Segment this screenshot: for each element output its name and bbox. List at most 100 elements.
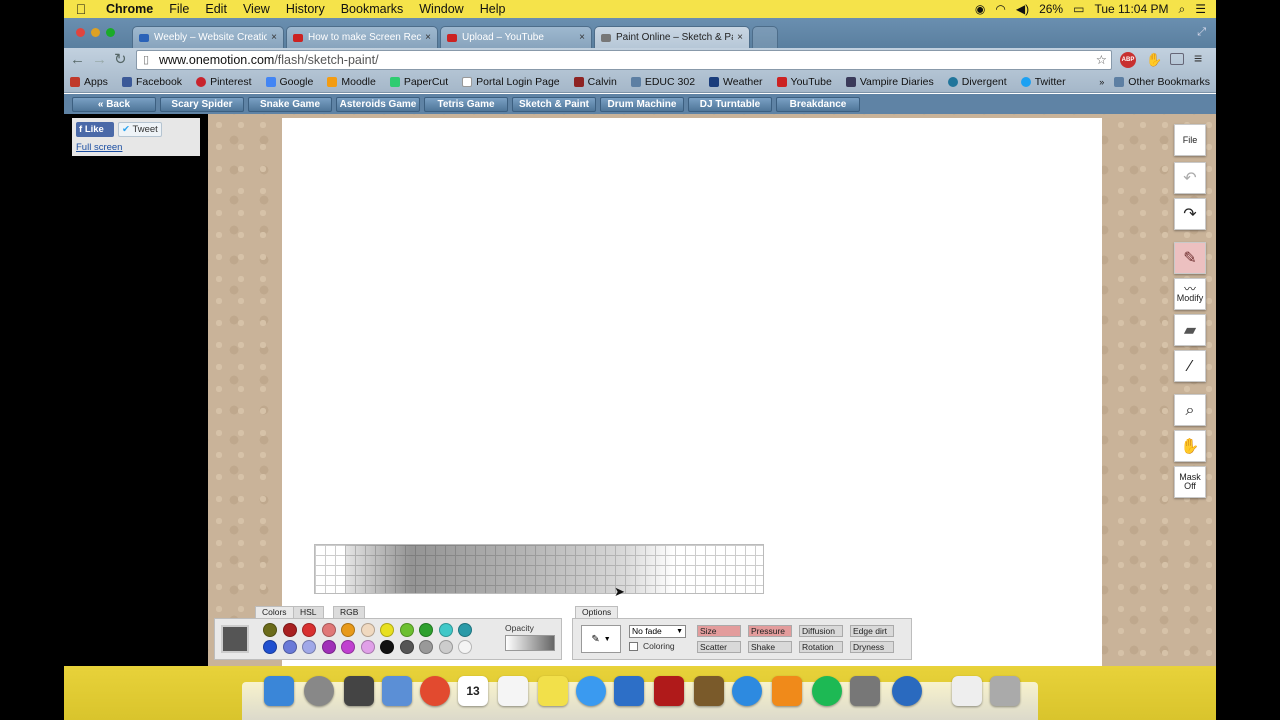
opacity-slider[interactable] [505,635,555,651]
bookmark-moodle[interactable]: Moodle [327,76,376,88]
notification-center-icon[interactable]: ☰ [1195,2,1206,16]
more-bookmarks-icon[interactable]: » [1099,77,1104,87]
palette-color-swatch[interactable] [380,623,394,637]
menu-bookmarks[interactable]: Bookmarks [333,2,412,16]
menu-help[interactable]: Help [472,2,514,16]
other-bookmarks[interactable]: Other Bookmarks [1114,76,1210,88]
launchpad-icon[interactable] [304,676,334,706]
current-color-swatch[interactable] [221,625,249,653]
bookmark-facebook[interactable]: Facebook [121,76,182,88]
close-tab-icon[interactable]: × [425,32,431,43]
nav-drum-machine[interactable]: Drum Machine [600,96,684,112]
menu-edit[interactable]: Edit [197,2,235,16]
quicktime-icon[interactable] [892,676,922,706]
bookmark-portal-login[interactable]: Portal Login Page [462,76,560,88]
apple-icon[interactable]:  [64,1,98,17]
option-shake-button[interactable]: Shake [748,641,792,653]
bookmark-divergent[interactable]: Divergent [947,76,1007,88]
brush-preview-grid[interactable] [314,544,764,594]
option-size-button[interactable]: Size [697,625,741,637]
tweet-button[interactable]: ✔ Tweet [118,122,162,137]
tab-weebly[interactable]: Weebly – Website Creation × [132,26,284,48]
palette-color-swatch[interactable] [263,623,277,637]
palette-color-swatch[interactable] [341,640,355,654]
bookmark-vampire-diaries[interactable]: Vampire Diaries [845,76,934,88]
reload-icon[interactable]: ↻ [114,51,127,69]
system-preferences-icon[interactable] [850,676,880,706]
palette-color-swatch[interactable] [263,640,277,654]
redo-icon[interactable]: ↷ [1174,198,1206,230]
back-arrow-icon[interactable]: ← [70,51,85,69]
spotlight-icon[interactable]: ⌕ [1179,2,1186,17]
star-icon[interactable]: ☆ [1096,51,1107,69]
palette-color-swatch[interactable] [321,640,336,654]
iphoto-icon[interactable] [694,676,724,706]
reminders-icon[interactable] [498,676,528,706]
bookmark-apps[interactable]: Apps [70,76,108,88]
mail-icon[interactable] [382,676,412,706]
palette-color-swatch[interactable] [360,623,375,637]
palette-color-swatch[interactable] [458,640,472,654]
menu-history[interactable]: History [278,2,333,16]
palette-color-swatch[interactable] [360,640,375,654]
adblock-icon[interactable]: ABP [1120,52,1136,68]
palette-color-swatch[interactable] [399,640,414,654]
tab-options[interactable]: Options [575,606,619,618]
tab-rgb[interactable]: RGB [333,606,366,618]
chrome-menu-icon[interactable]: ≡ [1194,50,1202,66]
bookmark-weather[interactable]: Weather [709,76,763,88]
palette-color-swatch[interactable] [302,623,316,637]
nav-breakdance[interactable]: Breakdance [776,96,860,112]
option-diffusion-button[interactable]: Diffusion [799,625,843,637]
calendar-icon[interactable]: 13 [458,676,488,706]
record-icon[interactable]: ◉ [975,2,985,16]
full-screen-link[interactable]: Full screen [76,142,122,153]
menu-window[interactable]: Window [411,2,471,16]
bookmark-youtube[interactable]: YouTube [776,76,832,88]
photo-booth-icon[interactable] [654,676,684,706]
eraser-icon[interactable]: ▰ [1174,314,1206,346]
fullscreen-arrows-icon[interactable]: ⤢ [1197,26,1206,39]
nav-asteroids-game[interactable]: Asteroids Game [336,96,420,112]
option-pressure-button[interactable]: Pressure [748,625,792,637]
extension-icon[interactable]: ✋ [1146,52,1162,68]
option-scatter-button[interactable]: Scatter [697,641,741,653]
palette-color-swatch[interactable] [282,640,297,654]
tab-hsl[interactable]: HSL [293,606,324,618]
bookmark-twitter[interactable]: Twitter [1020,76,1066,88]
close-window-icon[interactable] [76,28,85,37]
palette-color-swatch[interactable] [380,640,394,654]
nav-tetris-game[interactable]: Tetris Game [424,96,508,112]
battery-icon[interactable]: ▭ [1073,2,1084,16]
nav-snake-game[interactable]: Snake Game [248,96,332,112]
close-tab-icon[interactable]: × [579,32,585,43]
volume-icon[interactable]: ◀) [1016,2,1029,16]
palette-color-swatch[interactable] [399,623,414,637]
palette-color-swatch[interactable] [341,623,355,637]
messages-icon[interactable] [576,676,606,706]
palette-color-swatch[interactable] [458,623,472,637]
mission-control-icon[interactable] [344,676,374,706]
stickies-icon[interactable] [538,676,568,706]
option-rotation-button[interactable]: Rotation [799,641,843,653]
mask-off-button[interactable]: Mask Off [1174,466,1206,498]
tab-colors[interactable]: Colors [255,606,294,618]
palette-color-swatch[interactable] [282,623,297,637]
battery-percent[interactable]: 26% [1039,2,1063,16]
palette-color-swatch[interactable] [438,640,453,654]
bookmark-papercut[interactable]: PaperCut [389,76,448,88]
openoffice-icon[interactable] [614,676,644,706]
wifi-icon[interactable]: ◠ [995,2,1005,16]
nav-sketch-paint[interactable]: Sketch & Paint [512,96,596,112]
ibooks-icon[interactable] [772,676,802,706]
bookmark-pinterest[interactable]: Pinterest [196,76,252,88]
brush-tool-icon[interactable]: ✎ [1174,242,1206,274]
hand-icon[interactable]: ✋ [1174,430,1206,462]
finder-icon[interactable] [264,676,294,706]
spotify-icon[interactable] [812,676,842,706]
palette-color-swatch[interactable] [321,623,336,637]
menu-file[interactable]: File [161,2,197,16]
menu-view[interactable]: View [235,2,278,16]
new-tab-button[interactable] [752,26,778,48]
menu-app-name[interactable]: Chrome [98,2,161,16]
